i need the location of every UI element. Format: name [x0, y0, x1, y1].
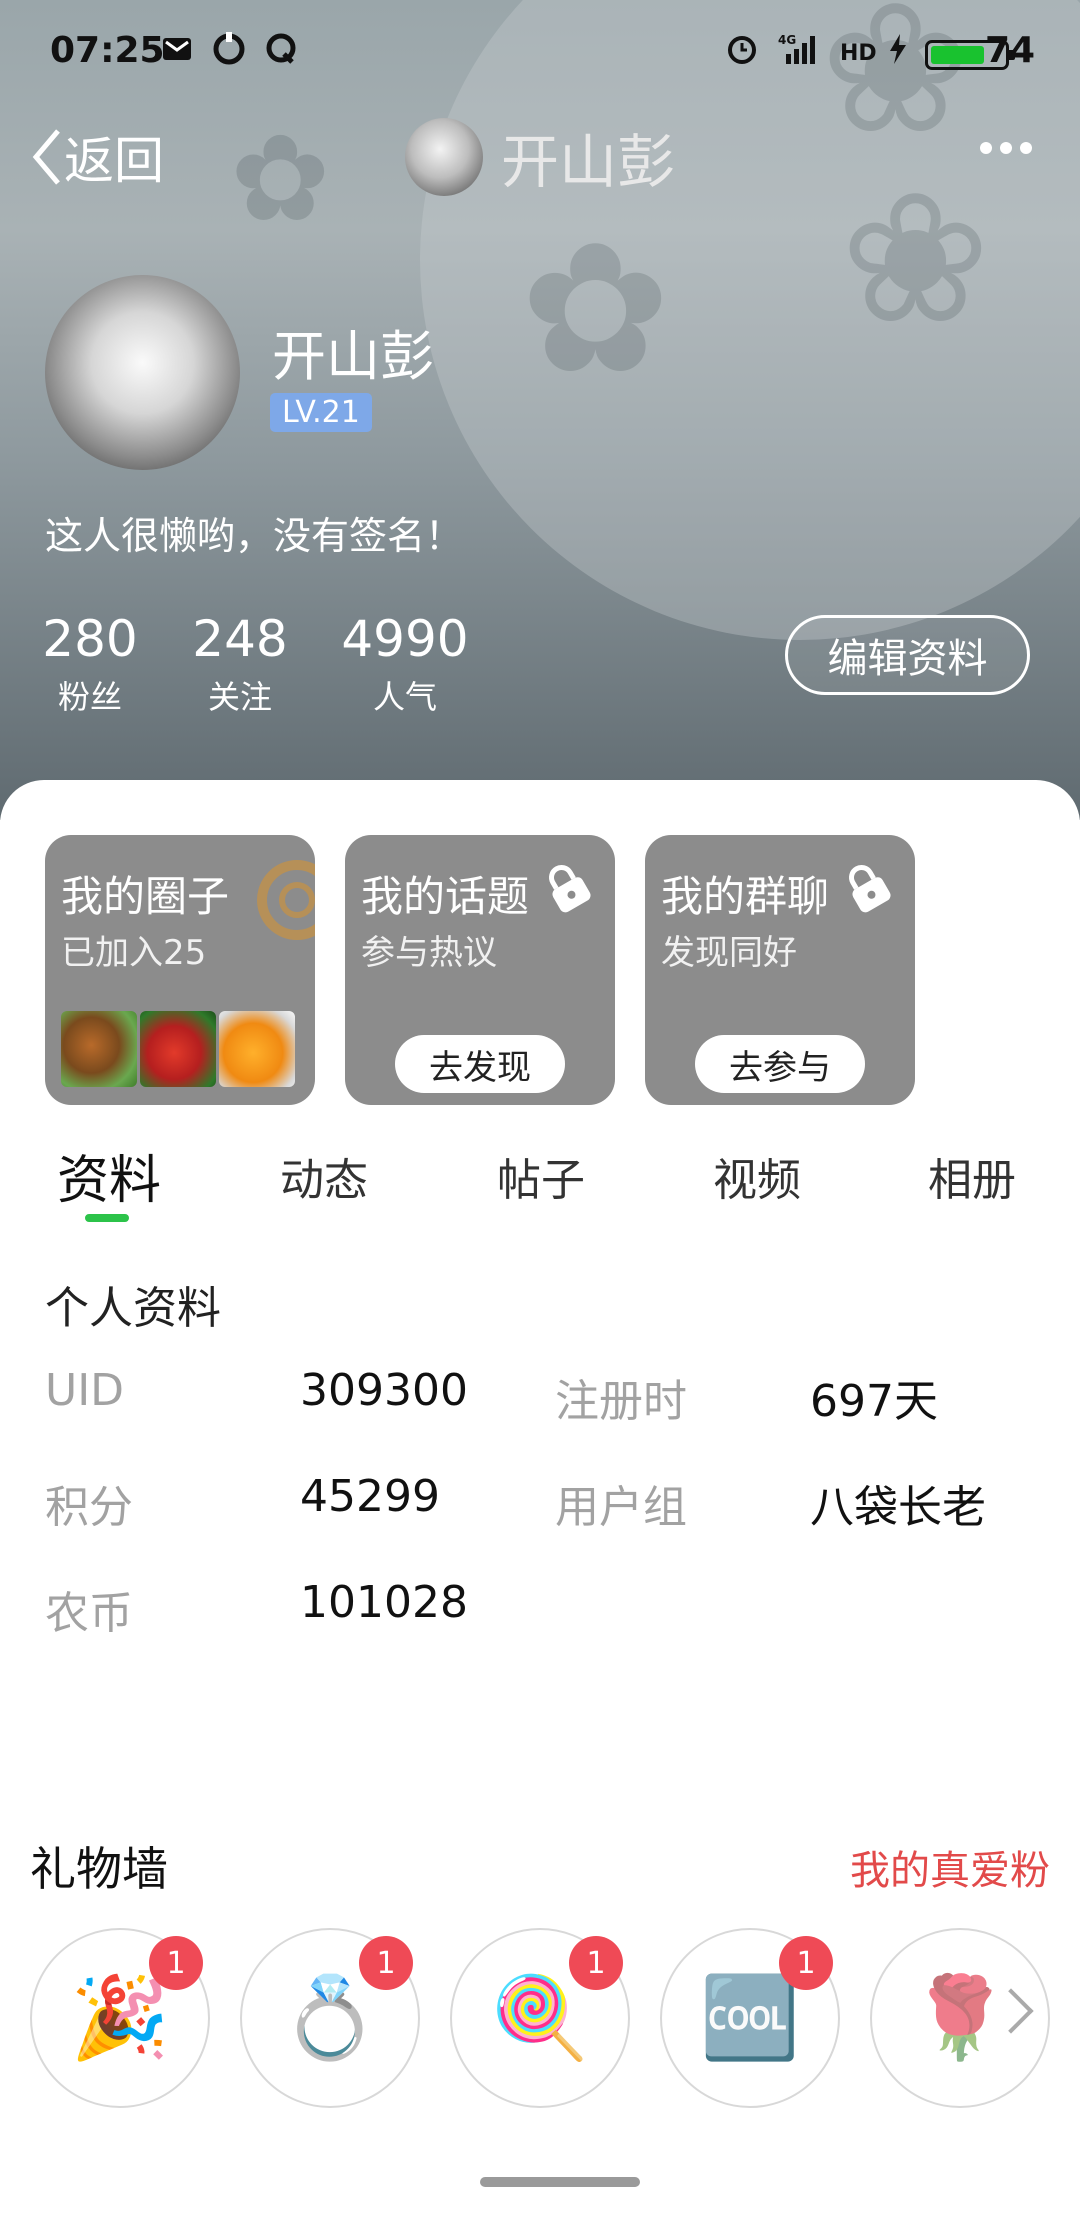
gift-wall-title: 礼物墙	[30, 1842, 168, 1896]
card-my-group-chats[interactable]: 我的群聊 发现同好 去参与	[645, 835, 915, 1105]
stat-popularity[interactable]: 4990 人气	[340, 610, 470, 718]
status-bar: 07:25 4G HD 74	[0, 0, 1080, 110]
svg-text:HD: HD	[840, 41, 877, 66]
circle-thumbnail	[140, 1011, 216, 1087]
dot-icon	[1000, 142, 1012, 154]
card-subtitle: 参与热议	[361, 933, 497, 973]
stat-label: 关注	[207, 678, 272, 716]
back-label: 返回	[64, 132, 164, 190]
edit-profile-button[interactable]: 编辑资料	[785, 615, 1030, 695]
stat-fans[interactable]: 280 粉丝	[40, 610, 140, 718]
info-label: 积分	[45, 1482, 133, 1533]
circle-thumbnails	[61, 1011, 295, 1087]
stat-value: 248	[192, 610, 288, 668]
info-value: 八袋长老	[810, 1482, 986, 1533]
lollipop-icon: 🍭	[490, 1971, 590, 2064]
card-title: 我的群聊	[661, 872, 830, 921]
back-button[interactable]: 返回	[30, 122, 164, 192]
avatar	[405, 118, 483, 196]
circle-thumbnail	[219, 1011, 295, 1087]
lock-icon	[549, 864, 591, 913]
chevron-left-icon	[32, 129, 60, 185]
discover-button[interactable]: 去发现	[395, 1035, 565, 1093]
stat-label: 人气	[372, 678, 437, 716]
participate-button[interactable]: 去参与	[695, 1035, 865, 1093]
tab-albums[interactable]: 相册	[928, 1144, 1016, 1208]
info-value: 101028	[300, 1577, 468, 1628]
level-badge: LV.21	[270, 393, 372, 432]
dot-icon	[1020, 142, 1032, 154]
flower-decoration: ✿	[230, 110, 331, 249]
card-my-topics[interactable]: 我的话题 参与热议 去发现	[345, 835, 615, 1105]
mail-icon	[163, 38, 191, 60]
battery-level	[931, 46, 984, 64]
circle-logo-icon	[257, 860, 315, 940]
gift-count-badge: 1	[569, 1936, 623, 1990]
stat-value: 4990	[341, 610, 469, 668]
info-label: 农币	[45, 1588, 133, 1639]
info-value: 309300	[300, 1365, 468, 1416]
status-time: 07:25	[50, 30, 165, 71]
tab-activity[interactable]: 动态	[280, 1144, 368, 1208]
flower-decoration: ❀	[840, 155, 991, 364]
nav-title-group: 开山彭	[405, 115, 675, 199]
gift-count-badge: 1	[779, 1936, 833, 1990]
gift-count-badge: 1	[149, 1936, 203, 1990]
profile-name: 开山彭	[272, 325, 434, 388]
active-tab-indicator	[85, 1214, 129, 1222]
home-indicator[interactable]	[480, 2177, 640, 2187]
party-popper-icon: 🎉	[70, 1971, 170, 2064]
stat-label: 粉丝	[57, 678, 122, 716]
profile-signature: 这人很懒哟，没有签名！	[45, 514, 464, 558]
true-fans-link[interactable]: 我的真爱粉	[850, 1838, 1050, 1896]
svg-text:4G: 4G	[778, 33, 796, 47]
gift-count-badge: 1	[359, 1936, 413, 1990]
charging-icon	[890, 34, 906, 64]
stat-value: 280	[42, 610, 138, 668]
card-subtitle: 已加入25	[61, 933, 207, 973]
stat-following[interactable]: 248 关注	[190, 610, 290, 718]
info-label: 注册时	[555, 1376, 687, 1427]
info-label: UID	[45, 1365, 125, 1416]
flower-decoration: ✿	[520, 205, 671, 414]
card-title: 我的圈子	[61, 872, 230, 921]
dot-icon	[980, 142, 992, 154]
profile-avatar[interactable]	[45, 275, 240, 470]
info-label: 用户组	[555, 1482, 687, 1533]
nav-title: 开山彭	[501, 128, 676, 196]
battery-percent: 74	[985, 30, 1036, 71]
cool-sticker-icon: 🆒	[700, 1971, 800, 2064]
q-app-icon	[266, 33, 296, 64]
tab-videos[interactable]: 视频	[713, 1144, 801, 1208]
lock-icon	[849, 864, 891, 913]
card-title: 我的话题	[361, 872, 530, 921]
tab-posts[interactable]: 帖子	[497, 1144, 585, 1208]
card-my-circles[interactable]: 我的圈子 已加入25	[45, 835, 315, 1105]
alarm-icon	[728, 36, 756, 64]
tab-profile[interactable]: 资料	[57, 1138, 161, 1213]
circle-thumbnail	[61, 1011, 137, 1087]
info-value: 697天	[810, 1376, 938, 1427]
section-title: 个人资料	[45, 1283, 221, 1334]
diamond-ring-icon: 💍	[280, 1971, 380, 2064]
signal-4g-icon: 4G	[778, 33, 815, 64]
hd-icon: HD	[840, 41, 877, 66]
more-button[interactable]	[980, 142, 1032, 154]
info-value: 45299	[300, 1471, 440, 1522]
sync-icon	[213, 32, 245, 65]
card-subtitle: 发现同好	[661, 933, 797, 973]
